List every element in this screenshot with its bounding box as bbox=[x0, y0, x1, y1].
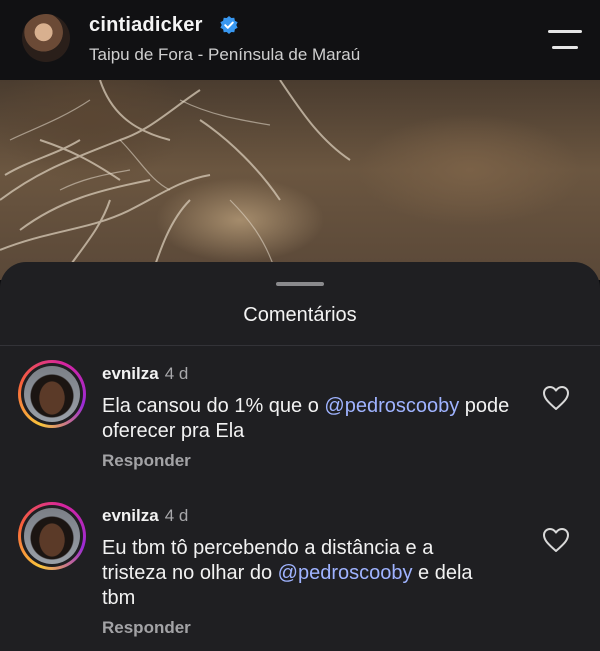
comment-text: Ela cansou do 1% que o @pedroscooby pode… bbox=[102, 395, 510, 442]
post-location[interactable]: Taipu de Fora - Península de Maraú bbox=[89, 45, 360, 65]
comment-username[interactable]: evnilza bbox=[102, 364, 159, 383]
mention-link[interactable]: @pedroscooby bbox=[278, 562, 413, 584]
post-photo bbox=[0, 80, 600, 280]
divider bbox=[0, 345, 600, 346]
mention-link[interactable]: @pedroscooby bbox=[324, 395, 459, 417]
profile-username[interactable]: cintiadicker bbox=[89, 14, 203, 37]
menu-icon[interactable] bbox=[548, 28, 582, 52]
comment-time: 4 d bbox=[164, 364, 189, 383]
reply-button[interactable]: Responder bbox=[102, 618, 191, 638]
comments-sheet: Comentários evnilza 4 d Ela cansou do 1% … bbox=[0, 262, 600, 651]
comment-time: 4 d bbox=[164, 506, 189, 525]
heart-icon[interactable] bbox=[542, 385, 570, 411]
reply-button[interactable]: Responder bbox=[102, 451, 191, 471]
heart-icon[interactable] bbox=[542, 527, 570, 553]
comment-avatar[interactable] bbox=[18, 502, 86, 570]
drag-handle[interactable] bbox=[276, 282, 324, 286]
comment-text: Eu tbm tô percebendo a distância e a tri… bbox=[102, 537, 473, 609]
profile-avatar[interactable] bbox=[22, 14, 70, 62]
verified-badge-icon bbox=[220, 16, 238, 34]
comment-item: evnilza 4 d Eu tbm tô percebendo a distân… bbox=[0, 502, 600, 642]
post-header: cintiadicker Taipu de Fora - Península d… bbox=[0, 0, 600, 80]
comment-username[interactable]: evnilza bbox=[102, 506, 159, 525]
comment-avatar[interactable] bbox=[18, 360, 86, 428]
comment-item: evnilza 4 d Ela cansou do 1% que o @pedro… bbox=[0, 360, 600, 480]
sheet-title: Comentários bbox=[243, 304, 357, 326]
